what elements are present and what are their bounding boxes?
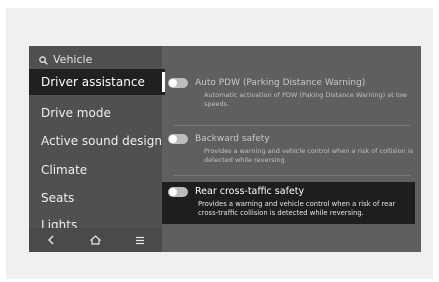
- bottom-nav: [29, 228, 162, 252]
- search-icon: [39, 55, 48, 65]
- sidebar-item-label: Driver assistance: [41, 75, 145, 89]
- setting-title: Rear cross-taffic safety: [195, 186, 305, 197]
- setting-title: Backward safety: [195, 134, 270, 144]
- sidebar-item-driver-assistance[interactable]: Driver assistance: [29, 69, 165, 95]
- sidebar-item-active-sound-design[interactable]: Active sound design: [29, 128, 162, 154]
- sidebar-item-label: Active sound design: [41, 134, 162, 148]
- setting-description: Provides a warning and vehicle control w…: [198, 200, 396, 217]
- sidebar-item-drive-mode[interactable]: Drive mode: [29, 100, 162, 126]
- infotainment-screen: Vehicle Driver assistance Drive mode Act…: [29, 46, 421, 252]
- setting-title: Auto PDW (Parking Distance Warning): [195, 78, 366, 88]
- sidebar: Vehicle Driver assistance Drive mode Act…: [29, 46, 165, 252]
- menu-icon: [135, 236, 144, 244]
- search-label: Vehicle: [53, 53, 93, 66]
- setting-description: Automatic activation of PDW (Paking Dist…: [204, 91, 407, 108]
- divider: [174, 175, 410, 176]
- sidebar-item-label: Seats: [41, 191, 75, 205]
- backward-safety-toggle[interactable]: [168, 134, 188, 144]
- setting-rear-cross-traffic-safety: Rear cross-taffic safety Provides a warn…: [162, 182, 415, 224]
- setting-backward-safety: Backward safety Provides a warning and v…: [168, 134, 413, 165]
- home-button[interactable]: [80, 228, 110, 252]
- search-field[interactable]: Vehicle: [39, 51, 92, 69]
- home-icon: [89, 235, 101, 245]
- sidebar-item-climate[interactable]: Climate: [29, 157, 162, 183]
- divider: [174, 125, 410, 126]
- setting-auto-pdw: Auto PDW (Parking Distance Warning) Auto…: [168, 78, 413, 109]
- sidebar-item-seats[interactable]: Seats: [29, 185, 162, 211]
- auto-pdw-toggle[interactable]: [168, 78, 188, 88]
- menu-button[interactable]: [125, 228, 155, 252]
- chevron-left-icon: [48, 235, 54, 245]
- sidebar-item-label: Drive mode: [41, 106, 111, 120]
- back-button[interactable]: [36, 228, 66, 252]
- sidebar-item-label: Climate: [41, 163, 88, 177]
- settings-panel: Auto PDW (Parking Distance Warning) Auto…: [162, 46, 421, 252]
- rear-cross-traffic-toggle[interactable]: [168, 186, 188, 197]
- setting-description: Provides a warning and vehicle control w…: [204, 147, 414, 164]
